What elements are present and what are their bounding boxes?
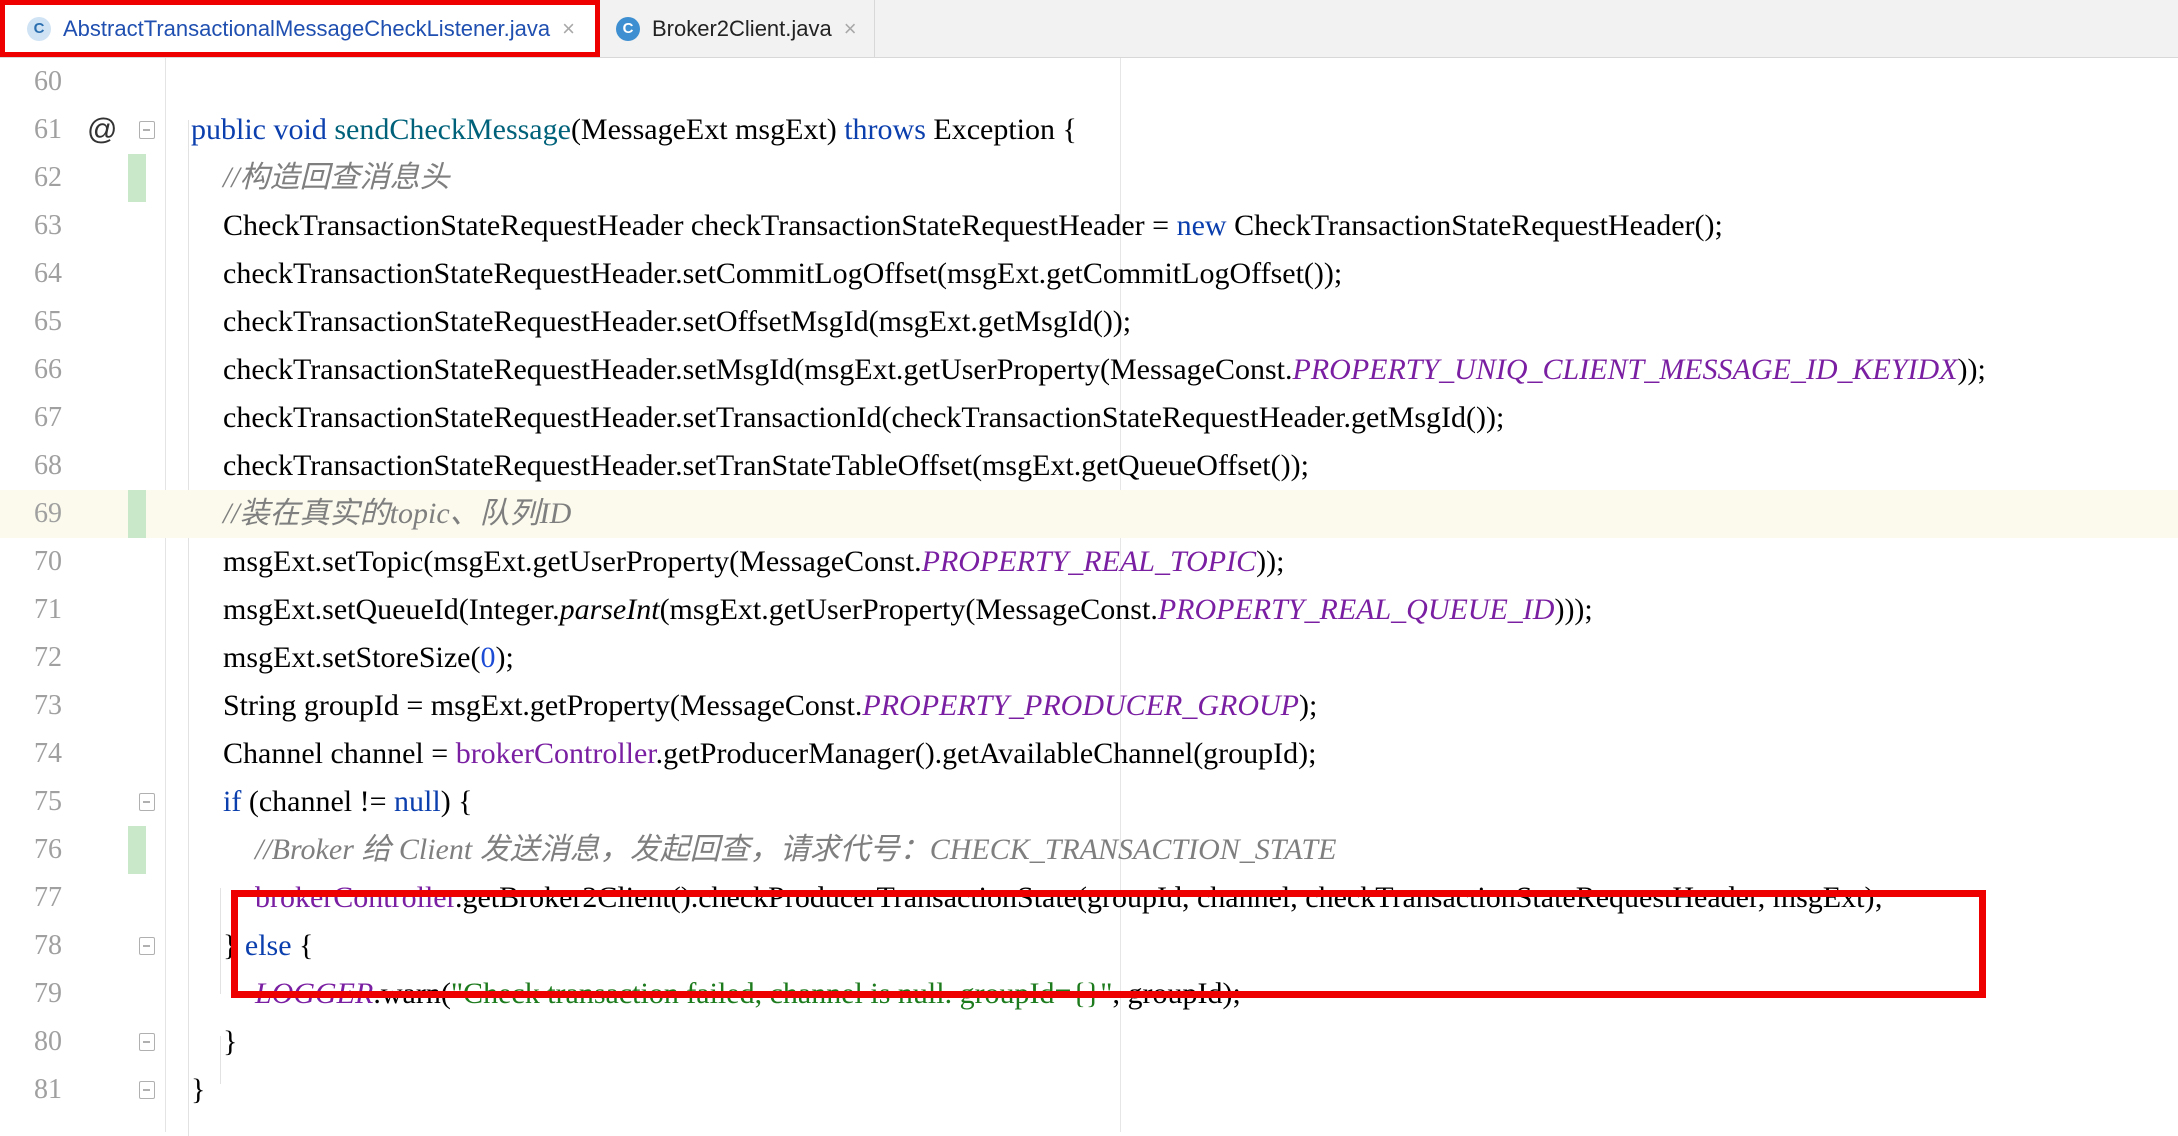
editor-tab-bar: C AbstractTransactionalMessageCheckListe…: [0, 0, 2178, 58]
code-comment: //Broker 给 Client 发送消息，发起回查，请求代号：CHECK_T…: [255, 833, 1337, 866]
close-icon[interactable]: ×: [562, 16, 575, 42]
code-line-74: 74 Channel channel = brokerController.ge…: [0, 730, 2178, 778]
close-icon[interactable]: ×: [844, 16, 857, 42]
tab-broker2client[interactable]: C Broker2Client.java ×: [600, 0, 875, 57]
code-line-63: 63 CheckTransactionStateRequestHeader ch…: [0, 202, 2178, 250]
line-number: 61: [34, 114, 62, 145]
fold-end-icon[interactable]: [139, 1081, 155, 1099]
highlight-annotation-box: [231, 890, 1986, 998]
code-comment: //装在真实的topic、队列ID: [223, 497, 572, 530]
class-c-icon: C: [616, 16, 640, 41]
class-c-icon: C: [27, 16, 51, 41]
code-line-71: 71 msgExt.setQueueId(Integer.parseInt(ms…: [0, 586, 2178, 634]
code-line-61: 61 @ public void sendCheckMessage(Messag…: [0, 106, 2178, 154]
tab-label: Broker2Client.java: [652, 15, 832, 41]
code-text: checkTransactionStateRequestHeader.setTr…: [223, 449, 1309, 482]
line-number: 65: [34, 306, 62, 337]
line-number: 67: [34, 402, 62, 433]
code-line-64: 64 checkTransactionStateRequestHeader.se…: [0, 250, 2178, 298]
line-number: 79: [34, 978, 62, 1009]
code-line-81: 81 }: [0, 1066, 2178, 1114]
code-line-72: 72 msgExt.setStoreSize(0);: [0, 634, 2178, 682]
code-text: checkTransactionStateRequestHeader.setMs…: [223, 353, 1986, 386]
code-text: CheckTransactionStateRequestHeader check…: [223, 209, 1723, 242]
code-line-69-current: 69 //装在真实的topic、队列ID: [0, 490, 2178, 538]
code-text: if (channel != null) {: [223, 785, 473, 818]
code-text: checkTransactionStateRequestHeader.setCo…: [223, 257, 1343, 290]
line-number: 72: [34, 642, 62, 673]
line-number: 66: [34, 354, 62, 385]
line-number: 76: [34, 834, 62, 865]
fold-icon[interactable]: [139, 793, 155, 811]
line-number: 63: [34, 210, 62, 241]
code-line-65: 65 checkTransactionStateRequestHeader.se…: [0, 298, 2178, 346]
vcs-change-marker[interactable]: [128, 490, 146, 538]
code-line-73: 73 String groupId = msgExt.getProperty(M…: [0, 682, 2178, 730]
line-number: 60: [34, 66, 62, 97]
tab-label: AbstractTransactionalMessageCheckListene…: [63, 15, 551, 41]
code-comment: //构造回查消息头: [223, 161, 450, 194]
code-text: msgExt.setTopic(msgExt.getUserProperty(M…: [223, 545, 1285, 578]
vcs-change-marker[interactable]: [128, 154, 146, 202]
line-number: 74: [34, 738, 62, 769]
line-number: 75: [34, 786, 62, 817]
fold-icon[interactable]: [139, 121, 155, 139]
code-line-80: 80 }: [0, 1018, 2178, 1066]
code-line-62: 62 //构造回查消息头: [0, 154, 2178, 202]
fold-end-icon[interactable]: [139, 1033, 155, 1051]
line-number: 80: [34, 1026, 62, 1057]
line-number: 71: [34, 594, 62, 625]
code-line-68: 68 checkTransactionStateRequestHeader.se…: [0, 442, 2178, 490]
line-number: 77: [34, 882, 62, 913]
override-marker-icon[interactable]: @: [87, 106, 117, 154]
code-line-75: 75 if (channel != null) {: [0, 778, 2178, 826]
line-number: 78: [34, 930, 62, 961]
code-text: }: [223, 1025, 238, 1058]
code-line-70: 70 msgExt.setTopic(msgExt.getUserPropert…: [0, 538, 2178, 586]
code-line-76: 76 //Broker 给 Client 发送消息，发起回查，请求代号：CHEC…: [0, 826, 2178, 874]
code-text: checkTransactionStateRequestHeader.setOf…: [223, 305, 1132, 338]
code-editor[interactable]: 60 61 @ public void sendCheckMessage(Mes…: [0, 58, 2178, 1136]
line-number: 69: [34, 498, 62, 529]
code-line-66: 66 checkTransactionStateRequestHeader.se…: [0, 346, 2178, 394]
code-text: public void sendCheckMessage(MessageExt …: [191, 113, 1077, 146]
line-number: 70: [34, 546, 62, 577]
code-text: String groupId = msgExt.getProperty(Mess…: [223, 689, 1318, 722]
tab-abstract-transactional-message-check-listener[interactable]: C AbstractTransactionalMessageCheckListe…: [0, 0, 600, 57]
fold-icon[interactable]: [139, 937, 155, 955]
code-text: checkTransactionStateRequestHeader.setTr…: [223, 401, 1505, 434]
code-text: msgExt.setQueueId(Integer.parseInt(msgEx…: [223, 593, 1593, 626]
code-line-60: 60: [0, 58, 2178, 106]
line-number: 81: [34, 1074, 62, 1105]
vcs-change-marker[interactable]: [128, 826, 146, 874]
code-text: }: [191, 1073, 206, 1106]
code-text: msgExt.setStoreSize(0);: [223, 641, 514, 674]
line-number: 64: [34, 258, 62, 289]
line-number: 73: [34, 690, 62, 721]
code-text: Channel channel = brokerController.getPr…: [223, 737, 1317, 770]
line-number: 62: [34, 162, 62, 193]
line-number: 68: [34, 450, 62, 481]
code-line-67: 67 checkTransactionStateRequestHeader.se…: [0, 394, 2178, 442]
